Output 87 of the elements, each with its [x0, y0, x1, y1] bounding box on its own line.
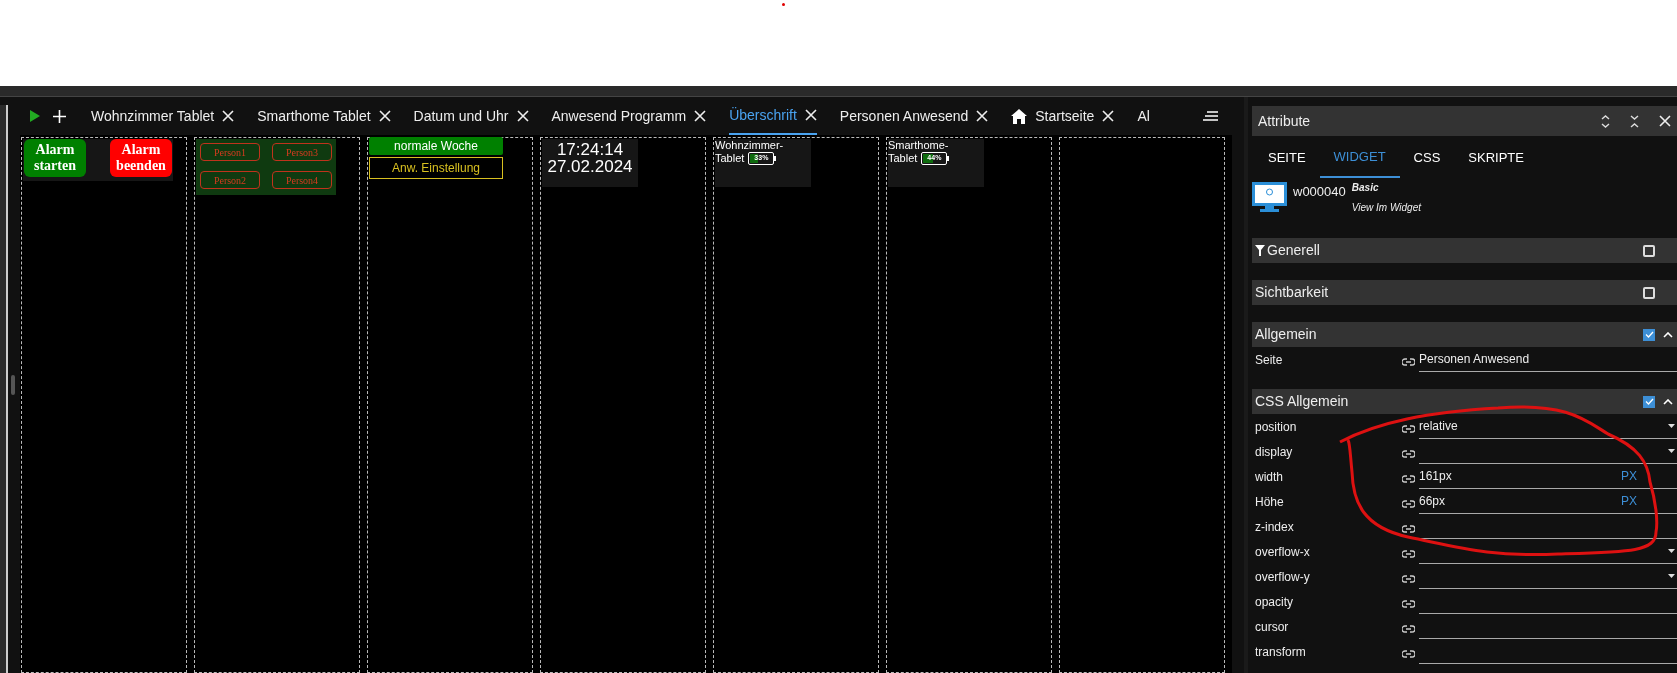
widget-set: Basic [1351, 181, 1380, 195]
chevron-up-icon[interactable] [1663, 398, 1673, 405]
chevron-up-icon[interactable] [1663, 331, 1673, 338]
section-header[interactable]: Sichtbarkeit [1252, 280, 1677, 305]
property-label: Seite [1255, 352, 1284, 369]
close-icon[interactable] [1659, 115, 1671, 127]
close-icon[interactable] [1102, 110, 1115, 122]
property-label: z-index [1255, 519, 1295, 536]
play-icon[interactable] [30, 110, 40, 122]
panel-tab[interactable]: SEITE [1254, 138, 1320, 178]
status-label: normale Woche [369, 137, 503, 155]
section-title: Sichtbarkeit [1255, 283, 1330, 302]
alarm-button[interactable]: Alarm beenden [110, 139, 172, 177]
property-field[interactable]: 66px PX [1419, 489, 1677, 514]
widget-id: w000040 [1293, 183, 1346, 201]
panel-title: Attribute [1258, 111, 1312, 131]
device-name: Tablet [715, 152, 745, 165]
view-tab[interactable]: Al [1137, 97, 1150, 135]
view-tab[interactable]: Smarthome Tablet [257, 97, 391, 135]
close-icon[interactable] [378, 110, 391, 122]
close-icon[interactable] [516, 110, 529, 122]
view-tab[interactable]: Anwesend Programm [551, 97, 707, 135]
home-icon [1011, 108, 1028, 124]
property-label: overflow-y [1255, 569, 1311, 586]
settings-button[interactable]: Anw. Einstellung [369, 157, 503, 179]
menu-icon[interactable] [1203, 111, 1218, 121]
panel-tab[interactable]: WIDGET [1319, 138, 1400, 178]
property-label: cursor [1255, 619, 1290, 636]
checkbox[interactable] [1643, 244, 1655, 257]
link-icon [1402, 650, 1415, 658]
dropdown-arrow-icon[interactable] [1668, 424, 1675, 428]
add-icon[interactable] [53, 109, 66, 123]
view-tab[interactable]: Startseite [1011, 97, 1115, 135]
unit-label[interactable]: PX [1621, 467, 1637, 485]
section-title: Allgemein [1255, 325, 1318, 344]
dropdown-arrow-icon[interactable] [1668, 449, 1675, 453]
collapse-icon[interactable] [1630, 114, 1639, 128]
alarm-button[interactable]: Alarm starten [24, 139, 86, 177]
link-icon [1402, 575, 1415, 583]
property-label: position [1255, 419, 1298, 436]
date-text: 27.02.2024 [547, 158, 633, 175]
widget-type: View Im Widget [1351, 201, 1421, 215]
link-icon [1402, 625, 1415, 633]
property-label: opacity [1255, 594, 1295, 611]
device-name: Tablet [888, 152, 918, 165]
device-name: Smarthome- [888, 139, 949, 152]
link-icon [1402, 450, 1415, 458]
link-icon [1402, 358, 1415, 366]
view-tab[interactable]: Wohnzimmer Tablet [91, 97, 235, 135]
close-icon[interactable] [804, 109, 817, 121]
section-title: Generell [1267, 241, 1321, 260]
device-name: Wohnzimmer- [715, 139, 784, 152]
checkbox[interactable] [1643, 328, 1655, 341]
panel-tab[interactable]: SKRIPTE [1454, 138, 1538, 178]
unit-label[interactable]: PX [1621, 492, 1637, 510]
dropdown-arrow-icon[interactable] [1668, 549, 1675, 553]
checkbox[interactable] [1643, 395, 1655, 408]
checkbox[interactable] [1643, 286, 1655, 299]
property-label: width [1255, 469, 1284, 486]
property-label: transform [1255, 644, 1307, 661]
close-icon[interactable] [694, 110, 707, 122]
expand-icon[interactable] [1601, 114, 1610, 128]
link-icon [1402, 425, 1415, 433]
dropdown-arrow-icon[interactable] [1668, 574, 1675, 578]
section-header[interactable]: Generell [1252, 238, 1677, 263]
link-icon [1402, 475, 1415, 483]
link-icon [1402, 500, 1415, 508]
view-tab[interactable]: Datum und Uhr [413, 97, 529, 135]
resize-handle[interactable] [11, 375, 15, 395]
link-icon [1402, 550, 1415, 558]
property-label: display [1255, 444, 1294, 461]
time-text: 17:24:14 [556, 141, 624, 158]
link-icon [1402, 600, 1415, 608]
link-icon [1402, 525, 1415, 533]
section-title: CSS Allgemein [1255, 392, 1350, 411]
panel-tab[interactable]: CSS [1399, 138, 1455, 178]
property-field[interactable]: relative [1419, 414, 1677, 439]
close-icon[interactable] [222, 110, 235, 122]
section-header[interactable]: CSS Allgemein [1252, 389, 1677, 414]
property-label: Höhe [1255, 494, 1285, 511]
property-label: overflow-x [1255, 544, 1311, 561]
close-icon[interactable] [976, 110, 989, 122]
property-field[interactable]: Personen Anwesend [1419, 347, 1677, 372]
view-tab[interactable]: Personen Anwesend [839, 97, 989, 135]
monitor-icon [1252, 182, 1287, 212]
section-header[interactable]: Allgemein [1252, 322, 1677, 347]
property-field[interactable]: 161px PX [1419, 464, 1677, 489]
